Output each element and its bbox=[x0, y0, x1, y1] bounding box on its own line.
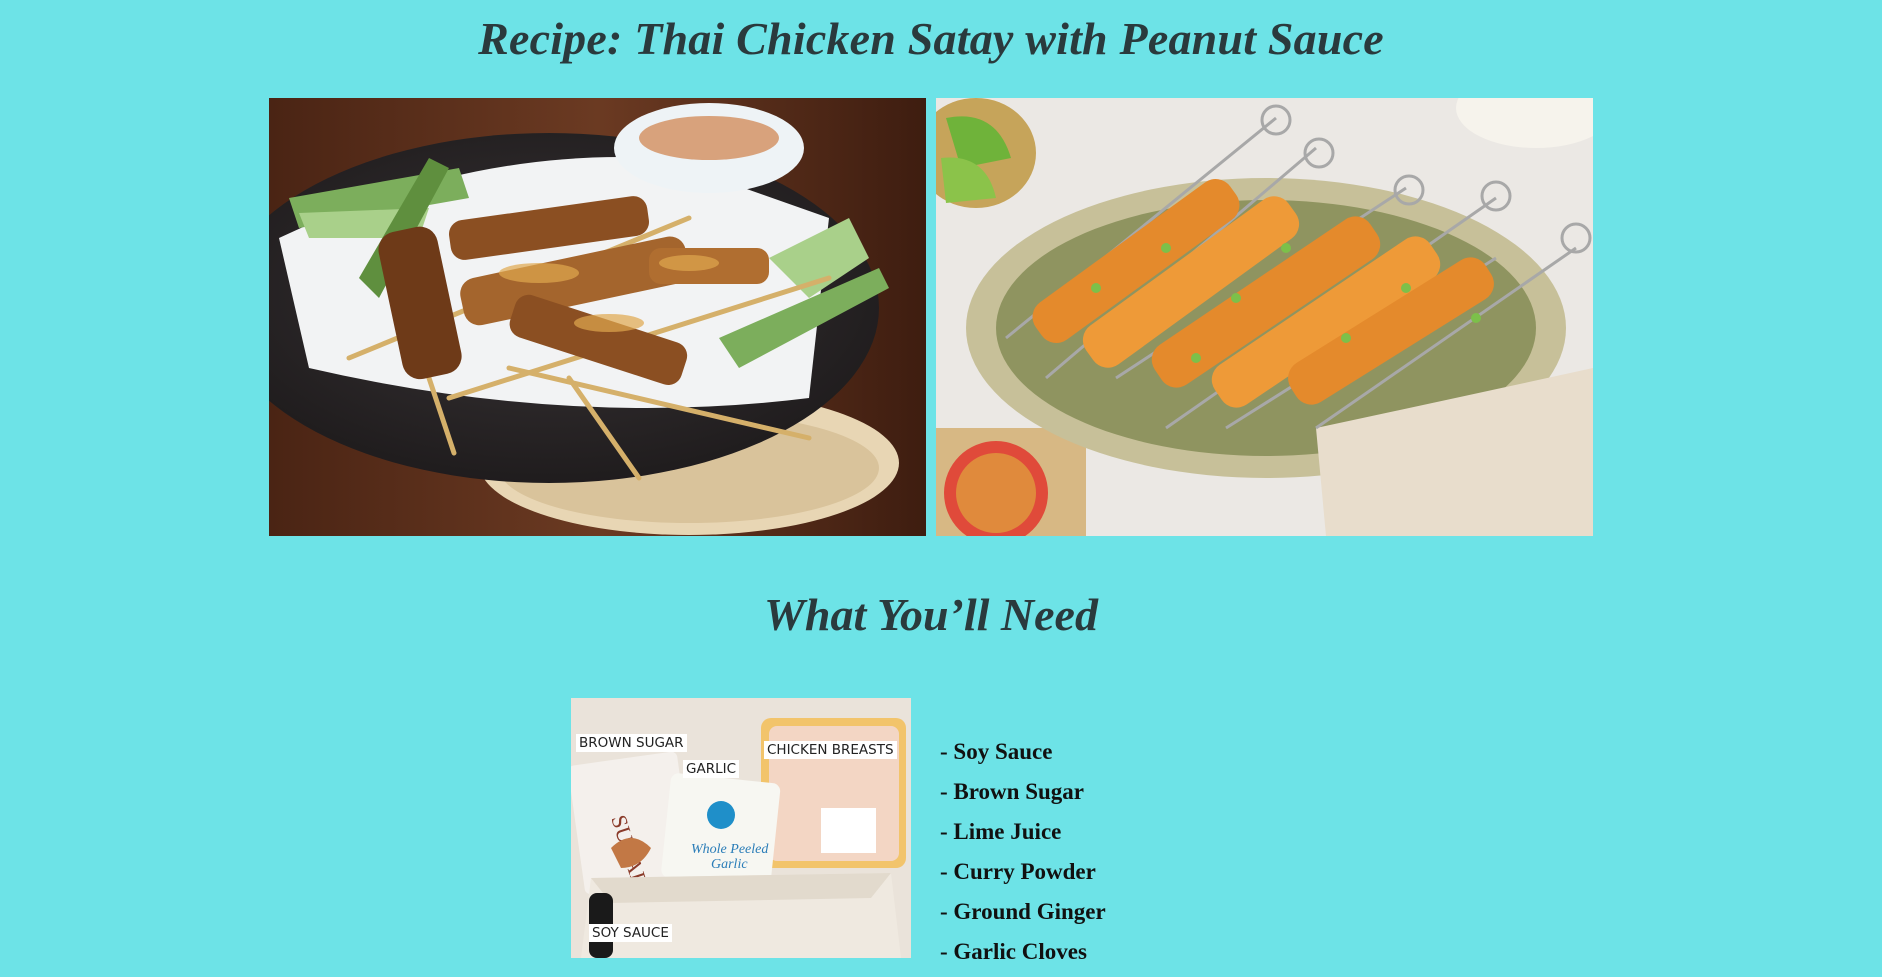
chicken-breasts-tag: CHICKEN BREASTS bbox=[764, 741, 897, 759]
list-item: - Ground Ginger bbox=[940, 899, 1106, 924]
svg-text:Garlic: Garlic bbox=[711, 857, 748, 872]
list-item: - Soy Sauce bbox=[940, 739, 1053, 764]
list-item: - Garlic Cloves bbox=[940, 939, 1087, 964]
list-item: - Brown Sugar bbox=[940, 779, 1084, 804]
list-item: - Lime Juice bbox=[940, 819, 1062, 844]
brown-sugar-tag: BROWN SUGAR bbox=[576, 734, 687, 752]
ingredients-heading: What You’ll Need bbox=[764, 589, 1098, 640]
svg-text:Whole Peeled: Whole Peeled bbox=[691, 842, 769, 857]
garlic-tag: GARLIC bbox=[683, 760, 740, 778]
ingredients-list: - Soy Sauce - Brown Sugar - Lime Juice -… bbox=[940, 737, 1106, 977]
list-item: - Curry Powder bbox=[940, 859, 1096, 884]
page-title: Recipe: Thai Chicken Satay with Peanut S… bbox=[478, 13, 1384, 64]
ingredients-photo: SUGAR Whole Peeled Garlic BROWN SUGAR GA… bbox=[571, 698, 911, 958]
satay-platter-photo bbox=[936, 98, 1593, 536]
satay-plate-photo bbox=[269, 98, 926, 536]
soy-sauce-tag: SOY SAUCE bbox=[589, 924, 672, 942]
